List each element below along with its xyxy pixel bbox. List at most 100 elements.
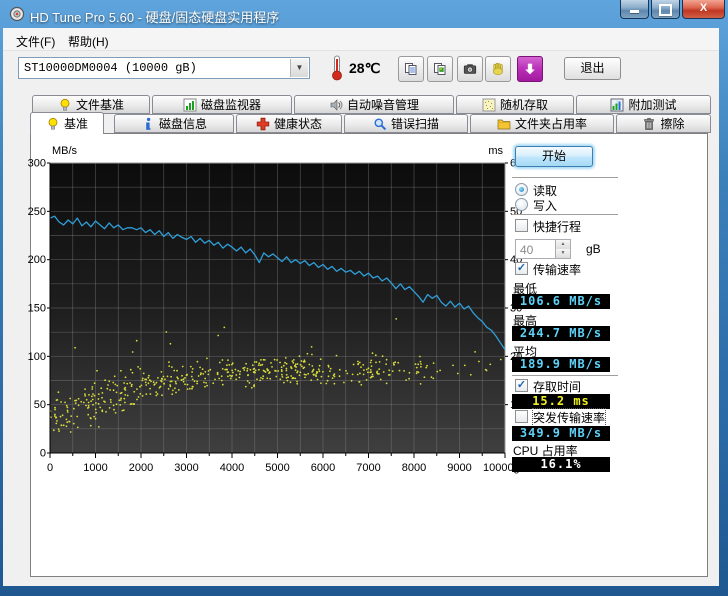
max-speed-value: 244.7 MB/s xyxy=(512,326,610,341)
drive-select[interactable]: ST10000DM0004 (10000 gB) ▼ xyxy=(18,57,310,79)
drive-select-value: ST10000DM0004 (10000 gB) xyxy=(24,61,197,75)
save-results-button[interactable] xyxy=(517,56,543,82)
camera-icon xyxy=(463,62,477,76)
tab-label: 附加测试 xyxy=(628,98,677,112)
benchmark-icon xyxy=(58,98,72,112)
short-stroke-checkbox[interactable] xyxy=(515,219,528,232)
spinner-up-button[interactable]: ▲ xyxy=(555,240,570,249)
short-stroke-unit: gB xyxy=(586,242,601,256)
close-button[interactable]: X xyxy=(682,0,725,19)
save-icon xyxy=(523,62,537,76)
tab-label: 磁盘信息 xyxy=(158,117,207,131)
tab-disk-info[interactable]: 磁盘信息 xyxy=(114,114,234,133)
svg-text:300: 300 xyxy=(28,158,46,170)
divider xyxy=(512,375,618,377)
svg-text:200: 200 xyxy=(28,254,46,266)
svg-text:150: 150 xyxy=(28,303,46,315)
extra-tests-icon xyxy=(610,98,624,112)
tab-label: 健康状态 xyxy=(273,117,322,131)
burst-rate-checkbox[interactable] xyxy=(515,410,528,423)
svg-text:250: 250 xyxy=(28,206,46,218)
screenshot-button[interactable] xyxy=(457,56,483,82)
svg-text:9000: 9000 xyxy=(447,462,471,474)
svg-text:50: 50 xyxy=(34,399,46,411)
svg-text:0: 0 xyxy=(40,448,46,460)
temperature-value: 28℃ xyxy=(349,60,381,76)
svg-text:3000: 3000 xyxy=(174,462,198,474)
menu-help[interactable]: 帮助(H) xyxy=(62,31,115,52)
copy-text-icon xyxy=(404,62,418,76)
svg-text:8000: 8000 xyxy=(402,462,426,474)
svg-text:MB/s: MB/s xyxy=(52,145,78,157)
burst-rate-value: 349.9 MB/s xyxy=(512,426,610,441)
radio-dot xyxy=(519,187,524,192)
close-icon: X xyxy=(699,2,708,14)
transfer-rate-label[interactable]: 传输速率 xyxy=(533,261,581,278)
menu-file[interactable]: 文件(F) xyxy=(10,31,61,52)
tab-error-scan[interactable]: 错误扫描 xyxy=(344,114,468,133)
svg-text:1000: 1000 xyxy=(83,462,107,474)
transfer-rate-checkbox[interactable]: ✓ xyxy=(515,262,528,275)
short-stroke-size-spinner[interactable]: 40 ▲ ▼ xyxy=(515,239,571,259)
svg-text:ms: ms xyxy=(488,145,503,157)
spinner-down-button[interactable]: ▼ xyxy=(555,249,570,258)
svg-text:5000: 5000 xyxy=(265,462,289,474)
title-bar[interactable]: HD Tune Pro 5.60 - 硬盘/固态硬盘实用程序 X xyxy=(0,0,728,28)
tab-erase[interactable]: 擦除 xyxy=(616,114,711,133)
disk-info-icon xyxy=(141,117,155,131)
grid-lines xyxy=(50,163,505,453)
avg-speed-value: 189.9 MB/s xyxy=(512,357,610,372)
tab-disk-monitor-alt[interactable]: 磁盘监视器 xyxy=(152,95,292,114)
erase-icon xyxy=(642,117,656,131)
chevron-down-icon[interactable]: ▼ xyxy=(290,59,308,77)
exit-button[interactable]: 退出 xyxy=(564,57,621,80)
tab-benchmark[interactable]: 基准 xyxy=(30,112,104,134)
tab-label: 文件夹占用率 xyxy=(514,117,587,131)
tab-health[interactable]: 健康状态 xyxy=(236,114,342,133)
app-icon xyxy=(9,6,25,22)
read-radio[interactable] xyxy=(515,183,528,196)
benchmark-icon xyxy=(46,117,60,131)
tab-random-access-alt[interactable]: 随机存取 xyxy=(456,95,574,114)
maximize-icon xyxy=(659,4,672,16)
hand-icon xyxy=(491,62,505,76)
write-radio[interactable] xyxy=(515,198,528,211)
minimize-icon xyxy=(630,10,639,13)
maximize-button[interactable] xyxy=(651,0,680,19)
tab-label: 文件基准 xyxy=(75,98,124,112)
svg-text:6000: 6000 xyxy=(311,462,335,474)
error-scan-icon xyxy=(373,117,387,131)
app-window: HD Tune Pro 5.60 - 硬盘/固态硬盘实用程序 X 文件(F) 帮… xyxy=(0,0,728,596)
window-title: HD Tune Pro 5.60 - 硬盘/固态硬盘实用程序 xyxy=(30,10,280,25)
svg-text:0: 0 xyxy=(47,462,53,474)
tab-label: 错误扫描 xyxy=(390,117,439,131)
tab-label: 基准 xyxy=(63,117,88,131)
copy-text-button[interactable] xyxy=(398,56,424,82)
disk-monitor-icon xyxy=(183,98,197,112)
write-radio-label[interactable]: 写入 xyxy=(533,197,557,214)
svg-text:7000: 7000 xyxy=(356,462,380,474)
burst-rate-label[interactable]: 突发传输速率 xyxy=(531,408,607,427)
start-button[interactable]: 开始 xyxy=(515,146,593,167)
access-time-value: 15.2 ms xyxy=(512,394,610,409)
tab-label: 磁盘监视器 xyxy=(200,98,261,112)
min-speed-value: 106.6 MB/s xyxy=(512,294,610,309)
folder-usage-icon xyxy=(497,117,511,131)
health-icon xyxy=(256,117,270,131)
divider xyxy=(512,214,618,216)
tab-aam-alt[interactable]: 自动噪音管理 xyxy=(294,95,454,114)
access-time-checkbox[interactable]: ✓ xyxy=(515,379,528,392)
minimize-button[interactable] xyxy=(620,0,649,19)
copy-image-button[interactable] xyxy=(427,56,453,82)
tab-extra-tests-alt[interactable]: 附加测试 xyxy=(576,95,711,114)
tab-folder-usage[interactable]: 文件夹占用率 xyxy=(470,114,614,133)
hand-button[interactable] xyxy=(485,56,511,82)
cpu-usage-value: 16.1% xyxy=(512,457,610,472)
copy-image-icon xyxy=(433,62,447,76)
random-access-icon xyxy=(482,98,496,112)
thermometer-icon xyxy=(332,55,342,81)
svg-text:4000: 4000 xyxy=(220,462,244,474)
aam-icon xyxy=(329,98,343,112)
access-time-label[interactable]: 存取时间 xyxy=(533,378,581,395)
short-stroke-label[interactable]: 快捷行程 xyxy=(533,218,581,235)
